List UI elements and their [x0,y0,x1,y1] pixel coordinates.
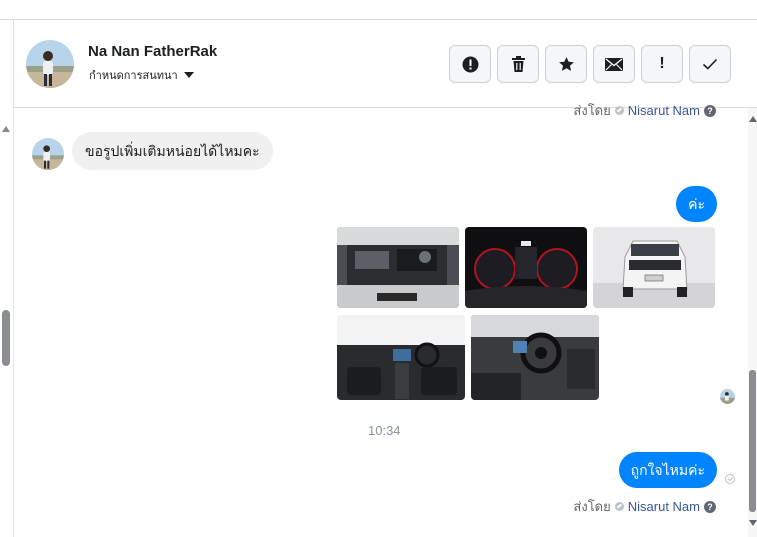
photo-truck-front[interactable] [593,227,715,308]
caret-down-icon [183,72,194,78]
exclamation-icon: ! [659,55,665,72]
scroll-down-arrow-icon[interactable] [749,520,757,526]
sender-attribution: ส่งโดย Nisarut Nam ? [573,100,716,121]
contact-avatar-small[interactable] [32,138,64,170]
check-circle-icon [614,106,624,115]
outgoing-message[interactable]: ถูกใจไหมค่ะ [618,452,717,488]
star-icon [558,56,574,71]
outgoing-message[interactable]: ค่ะ [676,186,717,222]
conversation-header: Na Nan FatherRak กำหนดการสนทนา ! [14,20,757,108]
sender-name-link[interactable]: Nisarut Nam [628,499,700,514]
check-circle-icon [614,502,624,511]
photo-steering-wheel[interactable] [471,315,599,400]
delete-button[interactable] [497,45,539,83]
exclamation-circle-icon [462,56,478,72]
help-icon[interactable]: ? [704,104,716,117]
scroll-up-arrow-icon[interactable] [749,116,757,122]
report-button[interactable] [449,45,491,83]
left-divider [13,20,14,108]
trash-icon [511,56,525,72]
photo-engine-bay[interactable] [337,227,459,308]
spam-button[interactable]: ! [641,45,683,83]
header-actions: ! [449,45,731,83]
message-timestamp: 10:34 [368,423,401,438]
contact-name[interactable]: Na Nan FatherRak [88,43,217,60]
seen-by-avatar [720,389,735,404]
message-scrollbar-thumb[interactable] [749,370,756,512]
left-scrollbar-thumb[interactable] [2,310,10,366]
photo-gauge-cluster[interactable] [465,227,587,308]
sender-attribution: ส่งโดย Nisarut Nam ? [573,496,716,517]
conversation-status-dropdown[interactable]: กำหนดการสนทนา [89,66,194,84]
scroll-up-arrow-icon[interactable] [2,126,10,132]
checkmark-icon [702,58,718,70]
sender-name-link[interactable]: Nisarut Nam [628,103,700,118]
sender-prefix: ส่งโดย [573,103,611,118]
star-button[interactable] [545,45,587,83]
envelope-icon [605,57,623,71]
messenger-window: Na Nan FatherRak กำหนดการสนทนา ! ส่งโดย … [0,0,757,537]
mark-unread-button[interactable] [593,45,635,83]
status-label: กำหนดการสนทนา [89,70,178,82]
photo-dashboard[interactable] [337,315,465,400]
incoming-message[interactable]: ขอรูปเพิ่มเติมหน่อยได้ไหมคะ [72,132,273,170]
sender-prefix: ส่งโดย [573,499,611,514]
done-button[interactable] [689,45,731,83]
help-icon[interactable]: ? [704,500,716,513]
contact-avatar[interactable] [26,40,74,88]
sent-check-icon [725,474,735,484]
